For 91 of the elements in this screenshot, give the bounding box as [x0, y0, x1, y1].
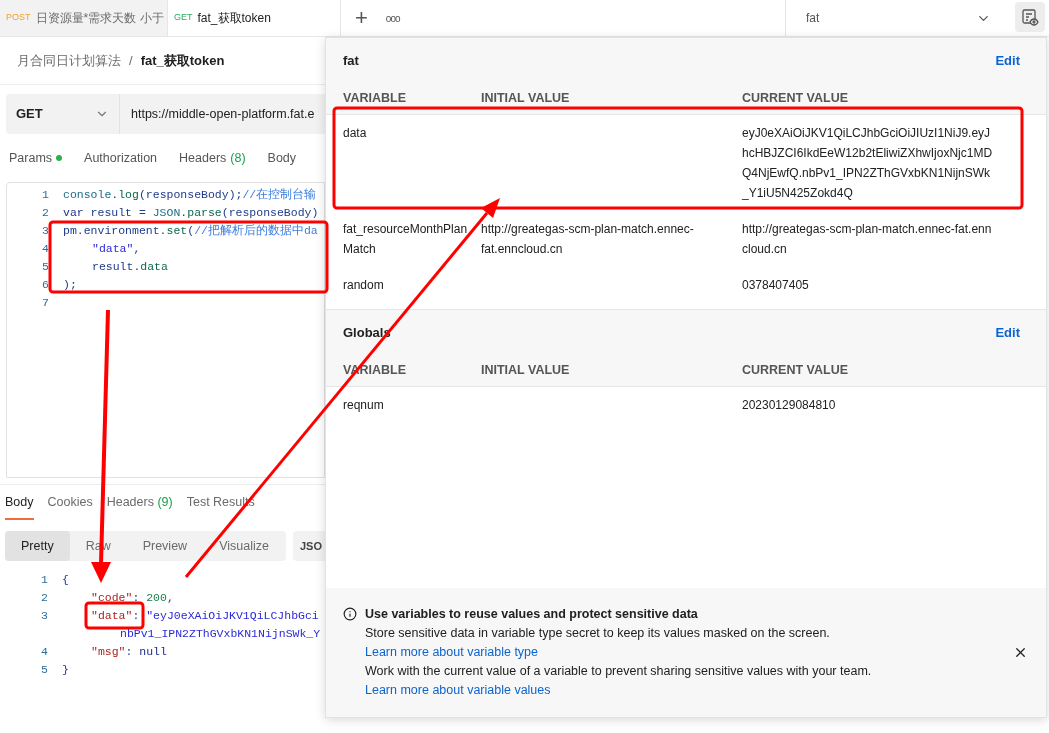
code-text: ,: [133, 241, 141, 258]
environment-quick-look-button[interactable]: [1015, 2, 1045, 32]
code-text: data: [140, 259, 168, 276]
line-number: 2: [42, 206, 49, 220]
more-button[interactable]: ooo: [385, 10, 400, 26]
code-text: ,: [166, 590, 174, 607]
code-text: }: [62, 662, 69, 679]
current-value: eyJ0eXAiOiJKV1QiLCJhbGciOiJIUzI1NiJ9.eyJhcHBJZCI6IkdEeW12b2tEliwiZXhwIjoxNjc1MDQ4NjEwfQ.nbPv1_IPN2ZThGVxbKN1NijnSWk_Y1iU5N425Zokd4Q: [742, 126, 993, 200]
request-option-tab[interactable]: Params: [9, 148, 63, 168]
variable-name: random: [343, 278, 384, 292]
new-tab-button[interactable]: +: [355, 7, 368, 29]
line-number: 5: [41, 663, 48, 677]
edit-link[interactable]: Edit: [995, 322, 1020, 343]
line-number: 7: [42, 296, 49, 310]
code-text: result =: [90, 205, 146, 222]
code-text: "code": [91, 590, 133, 607]
code-text: log: [118, 187, 139, 204]
url-field[interactable]: https://middle-open-platform.fat.e: [120, 94, 325, 134]
variable-name: data: [343, 126, 367, 140]
view-mode-button[interactable]: Preview: [126, 531, 204, 561]
response-tab[interactable]: Cookies: [47, 493, 93, 520]
breadcrumb-current: fat_获取token: [140, 51, 225, 70]
method-select[interactable]: GET: [6, 94, 120, 134]
code-text: console: [63, 187, 112, 204]
code-text: JSON: [152, 205, 181, 222]
code-text: 200: [146, 590, 167, 607]
code-text: nbPv1_IPN2ZThGVxbKN1NijnSWk_Y: [120, 626, 321, 643]
close-button[interactable]: [1013, 645, 1028, 660]
edit-link[interactable]: Edit: [995, 50, 1020, 71]
line-number: 1: [42, 188, 49, 202]
request-option-tab[interactable]: Headers (8): [179, 148, 246, 168]
info-text: Store sensitive data in variable type secret to keep its values masked on the screen. Learn more about variable type: [365, 625, 831, 661]
line-number: 1: [41, 573, 48, 587]
column-header: CURRENT VALUE: [742, 89, 849, 107]
code-text: (responseBody);: [138, 187, 243, 204]
environment-eye-icon: [1021, 8, 1039, 26]
code-text: var: [63, 205, 84, 222]
code-text: "msg": [91, 644, 126, 661]
code-text: (: [187, 223, 195, 240]
initial-value: http://greategas-scm-plan-match.ennec-fat.enncloud.cn: [481, 222, 694, 256]
code-text: set: [166, 223, 188, 240]
line-number: 5: [42, 260, 49, 274]
code-text: .: [180, 205, 188, 222]
code-text: pm.environment.: [63, 223, 167, 240]
request-option-tab[interactable]: Body: [267, 148, 297, 168]
code-text: "eyJ0eXAiOiJKV1QiLCJhbGci: [146, 608, 319, 625]
info-title: Use variables to reuse values and protect sensitive data: [365, 606, 699, 623]
code-text: null: [139, 644, 167, 661]
column-header: VARIABLE: [343, 89, 407, 107]
view-mode-button[interactable]: Visualize: [203, 531, 285, 561]
line-number: 4: [41, 645, 48, 659]
code-text: );: [63, 277, 77, 294]
response-tab[interactable]: Headers (9): [106, 493, 173, 520]
section-title: fat: [343, 51, 359, 70]
environment-dropdown[interactable]: fat: [785, 0, 1011, 36]
line-number: 3: [41, 609, 48, 623]
code-text: {: [62, 572, 69, 589]
column-header: INITIAL VALUE: [481, 89, 571, 107]
variable-name: reqnum: [343, 398, 384, 412]
current-value: 0378407405: [742, 278, 809, 292]
code-text: :: [132, 608, 140, 625]
column-header: INITIAL VALUE: [481, 361, 571, 379]
current-value: 20230129084810: [742, 398, 836, 412]
format-select[interactable]: JSO: [293, 531, 325, 561]
current-value: http://greategas-scm-plan-match.ennec-fat.enncloud.cn: [742, 222, 992, 256]
view-mode-button[interactable]: Pretty: [5, 531, 70, 561]
code-text: "data": [92, 241, 134, 258]
code-text: //在控制台输: [242, 187, 317, 204]
code-text: parse: [187, 205, 222, 222]
highlight-frame: [84, 601, 145, 630]
column-header: CURRENT VALUE: [742, 361, 849, 379]
code-text: :: [125, 644, 133, 661]
code-text: //把解析后的数据中da: [194, 223, 318, 240]
line-number: 3: [42, 224, 49, 238]
request-option-tab[interactable]: Authorization: [84, 148, 158, 168]
code-text: (responseBody): [221, 205, 319, 222]
line-number: 2: [41, 591, 48, 605]
code-text: result.: [92, 259, 141, 276]
breadcrumb-separator: /: [129, 51, 133, 70]
variable-name: fat_resourceMonthPlanMatch: [343, 222, 468, 256]
info-icon: [343, 607, 357, 621]
learn-more-link[interactable]: Learn more about variable type: [365, 645, 539, 659]
breadcrumb-link[interactable]: 月合同日计划算法: [17, 50, 121, 71]
code-text: .: [111, 187, 119, 204]
request-tab[interactable]: POST 日资源量*需求天数 小于: [0, 0, 168, 36]
info-text: Work with the current value of a variable to prevent sharing sensitive values with your team. Learn more about variable values: [365, 663, 873, 699]
learn-more-link[interactable]: Learn more about variable values: [365, 683, 551, 697]
code-text: "data": [91, 608, 133, 625]
response-tab[interactable]: Body: [5, 493, 34, 520]
code-text: :: [132, 590, 140, 607]
line-number: 6: [42, 278, 49, 292]
